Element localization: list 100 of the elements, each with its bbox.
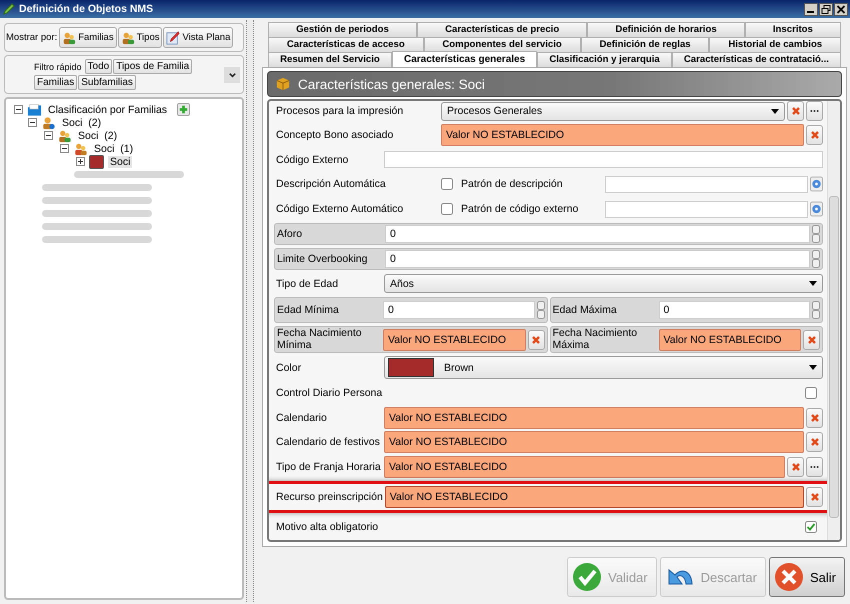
x-icon [810,130,820,140]
tree-root-label[interactable]: Clasificación por Familias [46,104,170,116]
collapse-toggle-icon[interactable] [44,131,53,140]
color-dropdown[interactable]: Brown [384,356,823,380]
tab[interactable]: Definición de horarios [587,22,745,37]
unset-value-field[interactable]: Valor NO ESTABLECIDO [384,431,804,454]
tree-item[interactable]: Soci (2) [60,116,104,128]
text-field[interactable] [384,151,823,168]
more-button[interactable] [806,101,823,121]
view-button[interactable]: Tipos [118,27,162,48]
tab[interactable]: Clasificación y jerarquia [537,52,672,67]
unset-value-field[interactable]: Valor NO ESTABLECIDO [384,456,785,478]
help-icon[interactable] [810,201,823,218]
collapse-toggle-icon[interactable] [14,105,23,114]
number-field[interactable]: 0 [385,224,810,243]
filter-button[interactable]: Todo [84,59,112,74]
section-title: Características generales: Soci [298,76,485,92]
x-icon [810,492,820,502]
x-icon [790,106,800,116]
clear-button[interactable] [806,408,823,428]
close-icon [774,562,804,592]
number-field[interactable]: 0 [383,301,534,320]
clear-button[interactable] [787,101,804,121]
tree-item[interactable]: Soci [108,156,132,168]
unset-value-field[interactable]: Valor NO ESTABLECIDO [384,406,804,429]
unset-value-field[interactable]: Valor NO ESTABLECIDO [441,124,804,146]
field-label: Control Diario Persona [275,386,382,400]
number-field[interactable]: 0 [385,250,810,268]
help-icon[interactable] [810,176,823,192]
more-button[interactable] [806,457,823,478]
expand-button[interactable] [224,67,240,83]
unset-value-field[interactable]: Valor NO ESTABLECIDO [658,328,801,351]
spinner-buttons[interactable] [812,224,820,243]
checkmark-icon [572,562,602,592]
field-label: Código Externo [275,152,350,167]
minimize-button[interactable] [804,2,818,16]
checkbox[interactable] [805,520,817,533]
filter-button[interactable]: Subfamilias [78,75,136,90]
pencil-icon [2,2,16,16]
checkbox[interactable] [441,178,453,190]
view-button[interactable]: Vista Plana [163,27,234,48]
tab[interactable]: Inscritos [744,22,841,37]
tab[interactable]: Gestión de periodos [268,22,417,37]
quick-filter-label: Filtro rápido [34,62,82,72]
unset-value-field[interactable]: Valor NO ESTABLECIDO [384,486,804,508]
people-icon [57,128,72,142]
field-label: Procesos para la impresión [275,104,404,118]
dropdown[interactable]: Años [384,274,823,294]
field-label: Tipo de Franja Horaria [275,460,382,474]
clear-button[interactable] [806,487,823,508]
pattern-field[interactable] [605,200,808,218]
action-button[interactable]: Salir [768,557,845,597]
tab[interactable]: Historial de cambios [709,37,841,52]
close-button[interactable] [834,2,848,16]
tab[interactable]: Componentes del servicio [424,37,581,52]
view-button[interactable]: Familias [59,27,117,48]
x-icon [806,334,816,345]
caret-icon [809,365,817,370]
pattern-label: Patrón de código externo [461,203,580,216]
ellipsis-icon [810,465,819,470]
clear-button[interactable] [528,330,544,350]
tab[interactable]: Características de acceso [268,37,424,52]
x-icon [531,334,541,345]
number-field[interactable]: 0 [658,301,810,320]
tab[interactable]: Definición de reglas [580,37,710,52]
spinner-buttons[interactable] [812,250,820,268]
field-label: Color [275,360,302,375]
caret-icon [809,281,817,286]
tab[interactable]: Resumen del Servicio [268,52,392,67]
clear-button[interactable] [806,432,823,452]
tab[interactable]: Características de precio [416,22,588,37]
collapse-toggle-icon[interactable] [28,118,37,127]
tab[interactable]: Características generales [392,51,538,67]
splitter[interactable] [246,20,254,602]
filter-button[interactable]: Familias [34,75,78,90]
field-label: Aforo [276,226,304,241]
field-label: Edad Mínima [276,304,340,316]
field-label: Calendario de festivos [275,435,381,450]
spinner-buttons[interactable] [812,301,820,320]
clear-button[interactable] [803,330,820,350]
field-label: Fecha Nacimiento Máxima [552,328,638,352]
unset-value-field[interactable]: Valor NO ESTABLECIDO [383,328,526,351]
x-icon [790,462,800,472]
tab[interactable]: Características de contratació... [672,52,842,67]
scrollbar[interactable] [827,101,840,540]
show-by-label: Mostrar por: [6,32,58,43]
collapse-toggle-icon[interactable] [60,144,69,153]
dropdown[interactable]: Procesos Generales [441,102,785,120]
clear-button[interactable] [787,457,804,478]
add-icon[interactable] [177,103,190,116]
tree-item[interactable]: Soci (1) [92,142,136,154]
pattern-field[interactable] [605,176,808,193]
checkbox[interactable] [805,386,817,399]
clear-button[interactable] [806,124,823,145]
restore-button[interactable] [819,2,833,16]
tree-item[interactable]: Soci (2) [76,130,120,142]
spinner-buttons[interactable] [536,301,544,320]
checkbox[interactable] [441,203,453,216]
filter-button[interactable]: Tipos de Familia [113,59,192,74]
expand-toggle-icon[interactable] [76,157,85,166]
